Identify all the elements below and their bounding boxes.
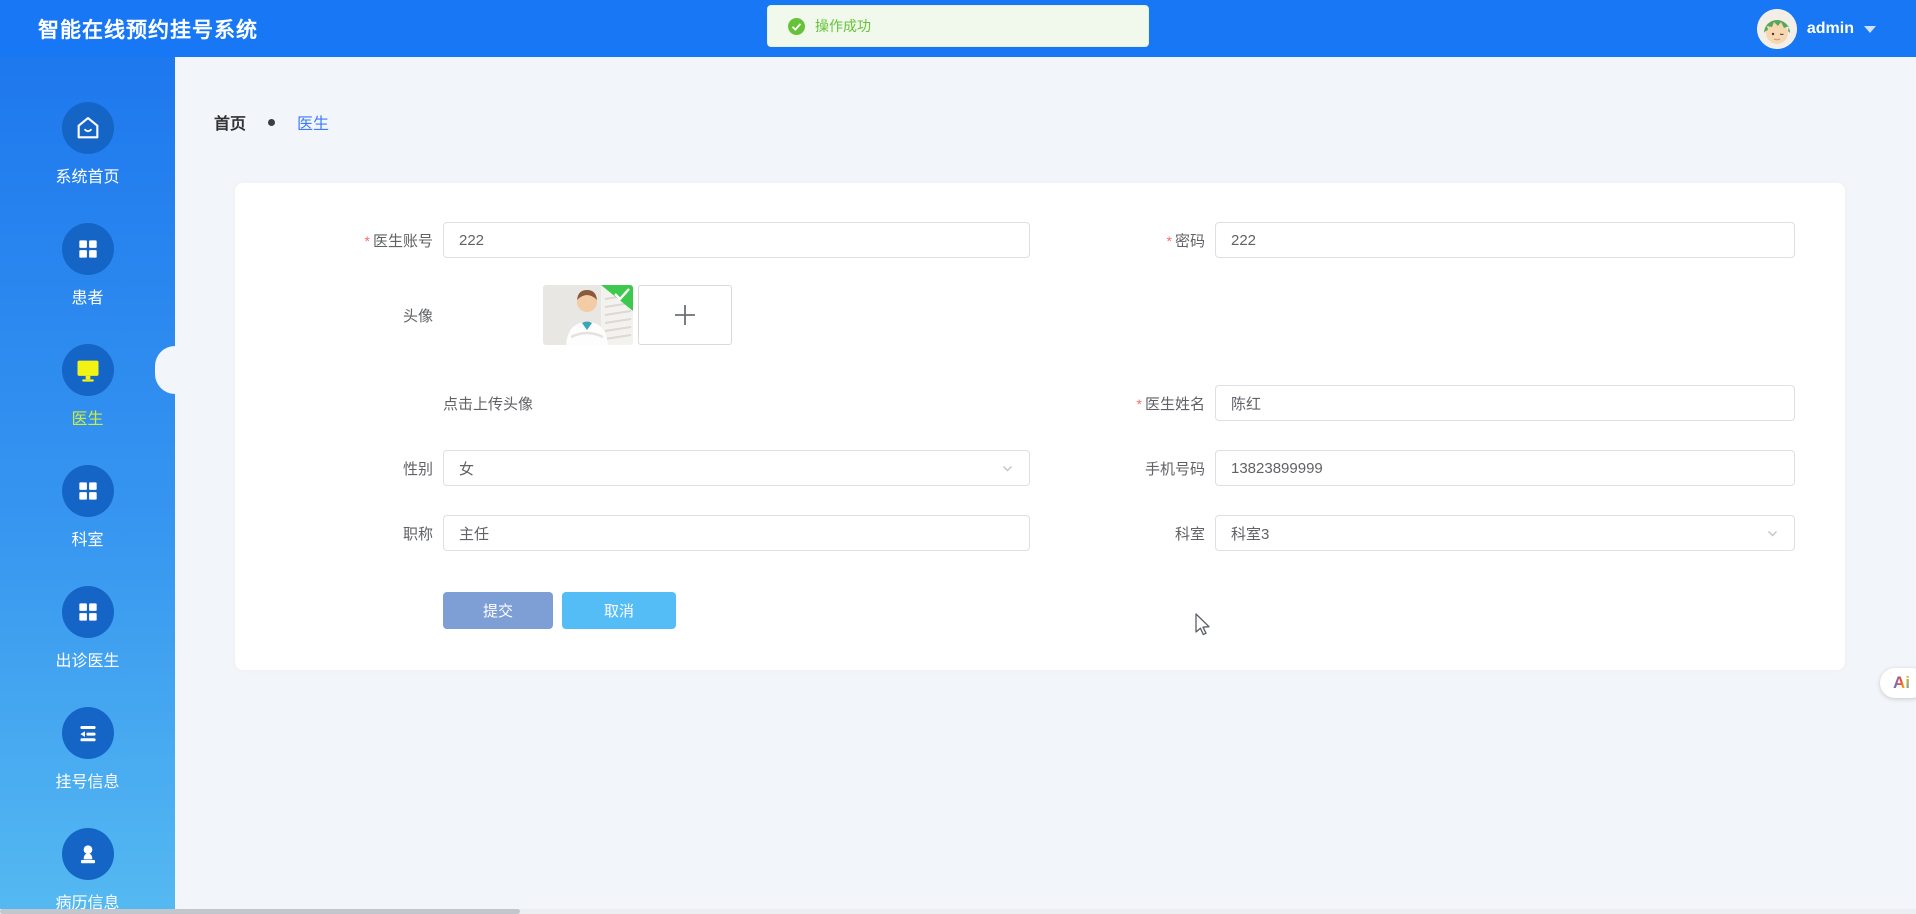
scrollbar-thumb[interactable]: [0, 909, 520, 914]
breadcrumb-separator-dot: [268, 118, 276, 126]
job-title-input[interactable]: [443, 515, 1030, 551]
doctor-account-label: * 医生账号: [364, 232, 433, 250]
sidebar-item-home[interactable]: 系统首页: [0, 102, 175, 187]
phone-label: 手机号码: [1144, 460, 1205, 478]
form-row-avatar: 头像: [235, 285, 1795, 345]
breadcrumb-home: 首页: [214, 116, 247, 133]
sidebar-item-registrations[interactable]: 挂号信息: [0, 707, 175, 792]
active-item-notch: [155, 346, 175, 394]
form-actions: 提交 取消: [235, 592, 1795, 629]
list-icon: [61, 707, 114, 759]
sidebar-item-label: 医生: [71, 411, 104, 428]
password-label: * 密码: [1166, 232, 1205, 250]
app-title: 智能在线预约挂号系统: [38, 18, 258, 42]
sidebar-item-patients[interactable]: 患者: [0, 223, 175, 308]
doctor-name-label: * 医生姓名: [1136, 395, 1205, 413]
sidebar-item-medical-records[interactable]: 病历信息: [0, 828, 175, 913]
stamp-icon: [61, 828, 114, 880]
required-mark: *: [1166, 232, 1172, 249]
grid-icon: [61, 586, 114, 638]
upload-hint: 点击上传头像: [443, 395, 534, 413]
sidebar-item-label: 出诊医生: [55, 653, 120, 670]
gender-select[interactable]: 女: [443, 450, 1030, 486]
sidebar: 系统首页 患者 医生 科室 出诊医生 挂号信息 病历信息: [0, 57, 175, 914]
avatar-illustration: [1756, 8, 1797, 49]
uploaded-avatar-thumbnail[interactable]: [543, 285, 633, 345]
department-select[interactable]: 科室3: [1215, 515, 1795, 551]
submit-button[interactable]: 提交: [443, 592, 553, 629]
breadcrumb: 首页 医生: [214, 111, 1916, 133]
avatar-label: 头像: [402, 307, 433, 325]
doctor-account-input[interactable]: [443, 222, 1030, 258]
form-row-hint-name: 点击上传头像 * 医生姓名: [235, 385, 1795, 421]
sidebar-item-visiting-doctors[interactable]: 出诊医生: [0, 586, 175, 671]
ai-badge[interactable]: Ai: [1880, 668, 1916, 698]
form-row-gender-phone: 性别 女 手机号码: [235, 450, 1795, 486]
doctor-name-input[interactable]: [1215, 385, 1795, 421]
home-icon: [61, 102, 114, 154]
chevron-down-icon: [1864, 26, 1876, 33]
sidebar-item-label: 挂号信息: [55, 774, 120, 791]
sidebar-item-label: 科室: [71, 532, 104, 549]
doctor-form-card: *医生账号 *密码 头像: [235, 183, 1845, 670]
grid-icon: [61, 465, 114, 517]
grid-icon: [61, 223, 114, 275]
department-label: 科室: [1174, 525, 1205, 543]
toast-message: 操作成功: [815, 18, 871, 34]
gender-label: 性别: [402, 460, 433, 478]
required-mark: *: [1136, 395, 1142, 412]
ai-badge-text: Ai: [1893, 673, 1910, 692]
monitor-icon: [61, 344, 114, 396]
horizontal-scrollbar[interactable]: [0, 909, 1916, 914]
chevron-down-icon: [1768, 530, 1777, 536]
sidebar-item-label: 患者: [71, 290, 104, 307]
cancel-button[interactable]: 取消: [562, 592, 676, 629]
success-toast: 操作成功: [767, 5, 1149, 47]
form-row-title-department: 职称 科室 科室3: [235, 515, 1795, 551]
breadcrumb-current[interactable]: 医生: [297, 110, 329, 134]
user-menu[interactable]: admin: [1756, 0, 1876, 57]
phone-input[interactable]: [1215, 450, 1795, 486]
sidebar-item-label: 系统首页: [55, 169, 120, 186]
form-row-account-password: *医生账号 *密码: [235, 222, 1795, 258]
avatar-upload-area: [543, 285, 732, 345]
department-value: 科室3: [1231, 525, 1270, 543]
sidebar-item-doctors[interactable]: 医生: [0, 344, 175, 429]
gender-value: 女: [459, 460, 475, 478]
user-avatar[interactable]: [1756, 8, 1797, 49]
required-mark: *: [364, 232, 370, 249]
success-check-icon: [788, 17, 805, 35]
main-content: 首页 医生 *医生账号 *密码 头像: [175, 57, 1916, 914]
upload-plus-button[interactable]: [638, 285, 732, 345]
password-input[interactable]: [1215, 222, 1795, 258]
chevron-down-icon: [1003, 465, 1012, 471]
plus-icon: [675, 305, 695, 325]
doctor-photo: [543, 285, 633, 345]
job-title-label: 职称: [402, 525, 433, 543]
username: admin: [1806, 19, 1854, 37]
sidebar-item-departments[interactable]: 科室: [0, 465, 175, 550]
